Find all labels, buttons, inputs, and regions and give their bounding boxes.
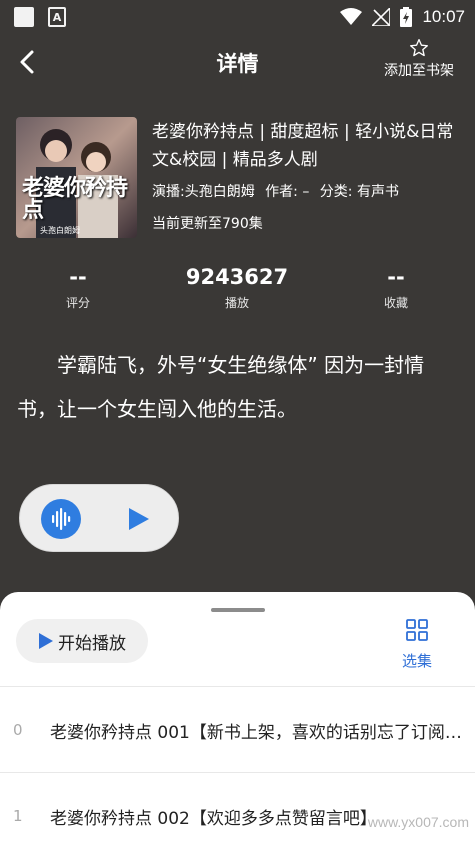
back-button[interactable]	[12, 46, 44, 78]
stat-value: --	[387, 265, 405, 289]
star-outline-icon	[410, 39, 428, 57]
cover-subtitle: 头孢白朗姆	[40, 226, 80, 235]
update-status: 当前更新至790集	[152, 216, 263, 232]
drag-handle[interactable]	[211, 608, 265, 612]
play-icon	[129, 508, 149, 530]
mini-player[interactable]	[19, 484, 179, 552]
select-episodes-label: 选集	[401, 652, 432, 670]
status-time: 10:07	[422, 7, 465, 26]
start-play-label: 开始播放	[58, 633, 126, 654]
start-play-button[interactable]: 开始播放	[16, 619, 148, 663]
stat-label: 播放	[224, 296, 249, 310]
stat-plays: 9243627 播放	[177, 262, 297, 311]
book-title: 老婆你矜持点 | 甜度超标 | 轻小说&日常文&校园 | 精品多人剧	[152, 122, 454, 170]
add-to-shelf-label: 添加至书架	[384, 63, 454, 79]
play-button[interactable]	[123, 504, 153, 534]
status-bar: A 10:07	[0, 0, 475, 34]
notification-square-icon	[14, 7, 34, 27]
stat-value: 9243627	[185, 265, 289, 289]
stat-label: 评分	[65, 296, 90, 310]
play-icon	[39, 633, 53, 649]
chevron-left-icon	[20, 50, 34, 74]
narrator: 演播:头孢白朗姆	[152, 184, 255, 200]
add-to-shelf-button[interactable]: 添加至书架	[377, 38, 461, 86]
list-item[interactable]: 0 老婆你矜持点 001【新书上架，喜欢的话别忘了订阅哦】	[0, 687, 475, 773]
stat-label: 收藏	[383, 296, 408, 310]
no-signal-icon	[372, 8, 391, 26]
wifi-icon	[340, 8, 363, 25]
author: 作者: –	[265, 184, 310, 200]
episode-sheet: 开始播放 选集 0 老婆你矜持点 001【新书上架，喜欢的话别忘了订阅哦】 1 …	[0, 592, 475, 846]
a-notification-icon: A	[48, 7, 66, 27]
episode-title: 老婆你矜持点 001【新书上架，喜欢的话别忘了订阅哦】	[50, 722, 462, 743]
header: 详情 添加至书架	[0, 34, 475, 90]
category: 分类: 有声书	[319, 184, 399, 200]
stat-rating: -- 评分	[18, 262, 138, 311]
stat-value: --	[69, 265, 87, 289]
stat-favorites: -- 收藏	[336, 262, 456, 311]
episode-index: 1	[13, 807, 23, 825]
episode-index: 0	[13, 721, 23, 739]
watermark: www.yx007.com	[367, 814, 469, 830]
battery-charging-icon	[400, 7, 413, 27]
list-item[interactable]: 1 老婆你矜持点 002【欢迎多多点赞留言吧】	[0, 773, 475, 846]
grid-icon	[406, 619, 428, 641]
cover-title: 老婆你矜持点	[22, 176, 128, 223]
select-episodes-button[interactable]: 选集	[395, 618, 439, 670]
audio-wave-icon[interactable]	[41, 499, 81, 539]
book-description: 学霸陆飞，外号“女生绝缘体” 因为一封情书，让一个女生闯入他的生活。	[17, 353, 425, 421]
book-meta: 演播:头孢白朗姆 作者: – 分类: 有声书	[152, 181, 462, 201]
